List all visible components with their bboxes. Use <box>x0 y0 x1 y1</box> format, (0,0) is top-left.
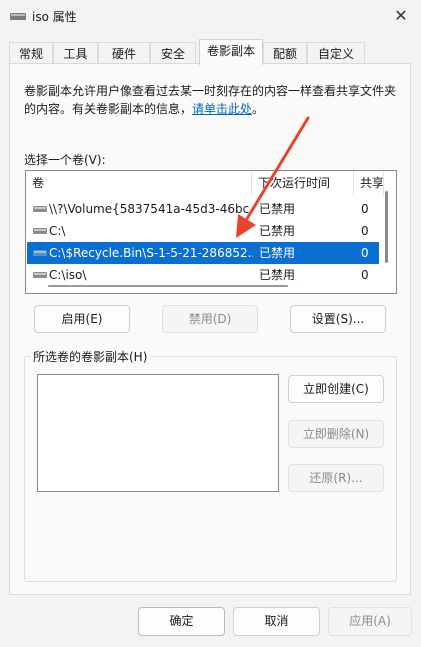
share-count: 0 <box>361 202 369 216</box>
volume-name: \\?\Volume{5837541a-45d3-46bc... <box>49 202 253 216</box>
ok-button[interactable]: 确定 <box>138 607 225 636</box>
description-line-1: 卷影副本允许用户像查看过去某一时刻存在的内容一样查看共享文件夹 <box>24 84 397 98</box>
volume-row[interactable]: C:\ 已禁用 0 <box>27 220 379 242</box>
shadow-copies-list[interactable] <box>37 374 279 492</box>
volume-row[interactable]: \\?\Volume{5837541a-45d3-46bc... 已禁用 0 <box>27 198 379 220</box>
help-link[interactable]: 请单击此处 <box>192 102 252 116</box>
tab-quota[interactable]: 配额 <box>263 42 307 64</box>
column-header-volume[interactable]: 卷 <box>26 171 252 196</box>
share-count: 0 <box>361 268 369 282</box>
tab-security[interactable]: 安全 <box>150 42 196 64</box>
tab-strip: 常规 工具 硬件 安全 卷影副本 配额 自定义 <box>9 39 411 65</box>
delete-now-button[interactable]: 立即删除(N) <box>288 420 384 448</box>
volume-row[interactable]: C:\iso\ 已禁用 0 <box>27 264 379 286</box>
disable-button[interactable]: 禁用(D) <box>162 305 258 333</box>
restore-button[interactable]: 还原(R)... <box>288 464 384 492</box>
description-prefix: 的内容。有关卷影副本的信息， <box>24 102 193 116</box>
tab-customize[interactable]: 自定义 <box>307 42 365 64</box>
shadow-copies-label: 所选卷的卷影副本(H) <box>30 348 151 365</box>
create-now-button[interactable]: 立即创建(C) <box>288 375 384 403</box>
tab-general[interactable]: 常规 <box>9 42 53 64</box>
apply-button[interactable]: 应用(A) <box>328 607 412 636</box>
drive-icon <box>33 228 47 234</box>
close-button[interactable]: ✕ <box>391 6 411 26</box>
next-run-time: 已禁用 <box>259 202 296 216</box>
tab-hardware[interactable]: 硬件 <box>98 42 150 64</box>
column-header-next-run[interactable]: 下次运行时间 <box>252 171 354 196</box>
select-volume-label: 选择一个卷(V): <box>24 153 106 167</box>
next-run-time: 已禁用 <box>259 246 296 260</box>
enable-button[interactable]: 启用(E) <box>34 305 130 333</box>
volume-list[interactable]: 卷 下次运行时间 共享 \\?\Volume{5837541a-45d3-46b… <box>25 170 397 294</box>
share-count: 0 <box>361 224 369 238</box>
tab-shadow-copies[interactable]: 卷影副本 <box>199 39 263 65</box>
volume-name: C:\$Recycle.Bin\S-1-5-21-286852... <box>49 246 253 260</box>
next-run-time: 已禁用 <box>259 224 296 238</box>
vertical-scrollbar[interactable] <box>385 191 388 263</box>
next-run-time: 已禁用 <box>259 268 296 282</box>
drive-icon <box>33 206 47 212</box>
cancel-button[interactable]: 取消 <box>233 607 320 636</box>
tab-tools[interactable]: 工具 <box>53 42 98 64</box>
description-line-2: 的内容。有关卷影副本的信息，请单击此处。 <box>24 100 404 118</box>
volume-row-selected[interactable]: C:\$Recycle.Bin\S-1-5-21-286852... 已禁用 0 <box>27 242 379 264</box>
drive-icon <box>33 250 47 256</box>
volume-name: C:\iso\ <box>49 268 87 282</box>
settings-button[interactable]: 设置(S)... <box>290 305 386 333</box>
window-title: iso 属性 <box>32 10 77 24</box>
share-count: 0 <box>361 246 369 260</box>
horizontal-scrollbar[interactable] <box>48 285 288 287</box>
title-bar: iso 属性 ✕ <box>0 0 421 32</box>
column-header-shares[interactable]: 共享 <box>354 171 384 196</box>
description: 卷影副本允许用户像查看过去某一时刻存在的内容一样查看共享文件夹 的内容。有关卷影… <box>24 82 404 118</box>
volume-name: C:\ <box>49 224 66 238</box>
drive-icon <box>10 13 26 20</box>
description-suffix: 。 <box>252 102 265 116</box>
drive-icon <box>33 272 47 278</box>
